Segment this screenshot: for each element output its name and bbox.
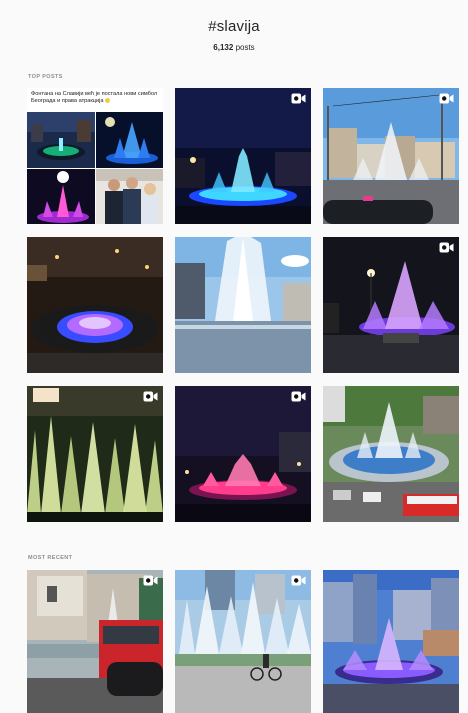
mosaic-photo <box>96 112 163 168</box>
post-tile-8[interactable] <box>175 386 311 522</box>
post-caption: Фонтана на Славији већ је постала нови с… <box>27 88 163 112</box>
post-tile-11[interactable] <box>175 570 311 713</box>
video-camera-icon <box>143 391 158 402</box>
post-tile-10[interactable] <box>27 570 163 713</box>
video-camera-icon <box>291 575 306 586</box>
posts-count-value: 6,132 <box>213 43 234 52</box>
hashtag-title: #slavija <box>208 18 260 35</box>
post-tile-9[interactable] <box>323 386 459 522</box>
post-tile-12[interactable] <box>323 570 459 713</box>
post-tile-4[interactable] <box>27 237 163 373</box>
mosaic-photo <box>96 169 163 224</box>
video-camera-icon <box>439 242 454 253</box>
post-tile-5[interactable] <box>175 237 311 373</box>
post-tile-1[interactable]: Фонтана на Славији већ је постала нови с… <box>27 88 163 224</box>
video-camera-icon <box>143 575 158 586</box>
post-caption-text: Фонтана на Славији већ је постала нови с… <box>31 91 158 104</box>
posts-count-label: posts <box>235 43 255 52</box>
post-tile-3[interactable] <box>323 88 459 224</box>
post-tile-2[interactable] <box>175 88 311 224</box>
most-recent-grid <box>27 570 459 713</box>
mosaic-photo <box>27 112 95 168</box>
top-posts-grid: Фонтана на Славији већ је постала нови с… <box>27 88 459 522</box>
mosaic-photo <box>27 169 95 224</box>
smile-emoji-icon <box>105 98 111 104</box>
most-recent-heading: MOST RECENT <box>28 555 73 561</box>
video-camera-icon <box>439 93 454 104</box>
hashtag-header: #slavija 6,132 posts <box>0 0 468 52</box>
video-camera-icon <box>291 391 306 402</box>
video-camera-icon <box>291 93 306 104</box>
post-tile-7[interactable] <box>27 386 163 522</box>
posts-count: 6,132 posts <box>0 43 468 52</box>
post-tile-6[interactable] <box>323 237 459 373</box>
photo-mosaic <box>27 112 163 224</box>
top-posts-heading: TOP POSTS <box>28 74 63 80</box>
